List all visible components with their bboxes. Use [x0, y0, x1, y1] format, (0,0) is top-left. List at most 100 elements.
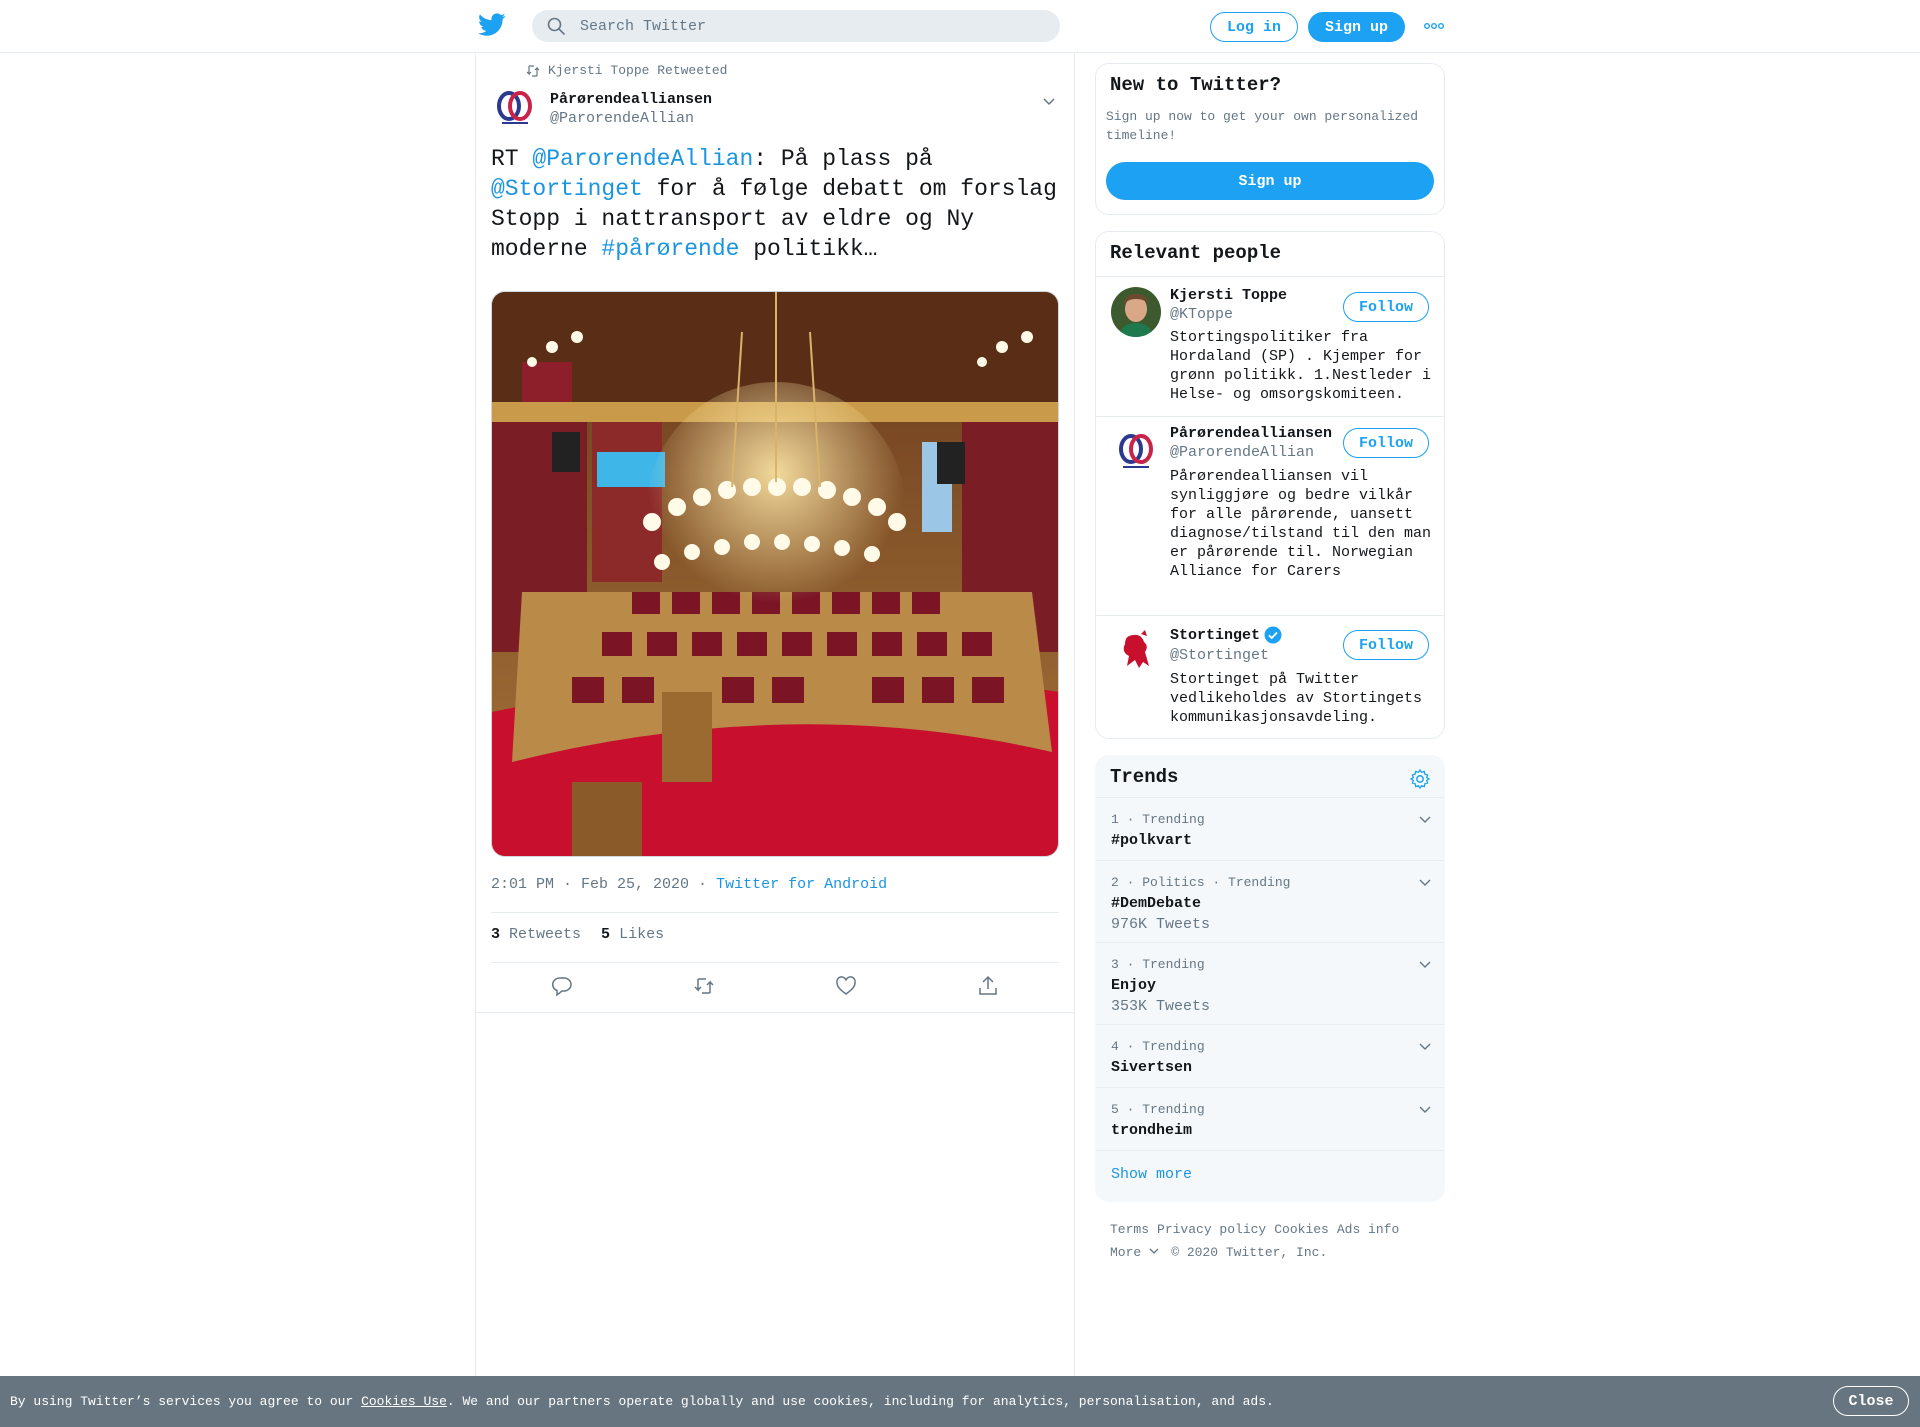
trend-meta: 5 · Trending — [1111, 1102, 1205, 1117]
trend-name: trondheim — [1111, 1122, 1193, 1139]
avatar[interactable] — [1111, 626, 1161, 676]
footer-more-label: More — [1110, 1245, 1142, 1260]
cookie-text-after: . We and our partners operate globally a… — [446, 1394, 1274, 1409]
hashtag-link[interactable]: #pårørende — [601, 236, 739, 262]
trend-item[interactable]: 1 · Trending #polkvart — [1096, 797, 1444, 860]
trend-meta: 2 · Politics · Trending — [1111, 875, 1291, 890]
follow-button[interactable]: Follow — [1343, 630, 1429, 660]
person-handle[interactable]: @KToppe — [1170, 306, 1233, 323]
new-to-twitter-subtitle: Sign up now to get your own personalized… — [1106, 109, 1419, 143]
retweet-icon[interactable] — [693, 975, 715, 997]
top-header: Log in Sign up — [0, 0, 1920, 53]
separator-dot: · — [689, 876, 717, 893]
author-avatar[interactable] — [492, 86, 538, 132]
follow-button[interactable]: Follow — [1343, 292, 1429, 322]
chevron-down-icon[interactable] — [1418, 957, 1432, 971]
trend-meta: 4 · Trending — [1111, 1039, 1205, 1054]
relevant-people-title: Relevant people — [1110, 242, 1282, 264]
person-name-text: Pårørendealliansen — [1170, 425, 1333, 442]
trends-card: Trends 1 · Trending #polkvart 2 · Politi… — [1095, 755, 1445, 1202]
tweet-column: Kjersti Toppe Retweeted Pårørendeallians… — [475, 53, 1075, 1427]
signup-header-button[interactable]: Sign up — [1308, 12, 1405, 42]
author-handle[interactable]: @ParorendeAllian — [550, 110, 694, 127]
person-bio: Stortingspolitiker fra Hordaland (SP) . … — [1170, 329, 1432, 403]
footer-link-cookies[interactable]: Cookies — [1274, 1222, 1329, 1237]
trends-title: Trends — [1110, 766, 1179, 788]
likes-count: 5 — [601, 926, 611, 943]
trend-meta: 3 · Trending — [1111, 957, 1205, 972]
follow-button[interactable]: Follow — [1343, 428, 1429, 458]
chevron-down-icon[interactable] — [1418, 1102, 1432, 1116]
tweet-text: RT @ParorendeAllian: På plass på @Storti… — [491, 144, 1061, 264]
share-icon[interactable] — [977, 975, 999, 997]
trend-name: #polkvart — [1111, 832, 1193, 849]
more-dots-icon[interactable] — [1424, 20, 1444, 32]
person-bio: Stortinget på Twitter vedlikeholdes av S… — [1170, 671, 1423, 726]
tweet-timestamp: 2:01 PM · Feb 25, 2020 · Twitter for And… — [491, 876, 887, 893]
person-name[interactable]: Kjersti Toppe — [1170, 287, 1287, 304]
avatar[interactable] — [1111, 287, 1161, 337]
divider — [491, 912, 1059, 913]
trend-item[interactable]: 4 · Trending Sivertsen — [1096, 1024, 1444, 1087]
footer-more[interactable]: More — [1110, 1245, 1159, 1260]
footer-link-ads[interactable]: Ads info — [1337, 1222, 1399, 1237]
person-name[interactable]: Stortinget — [1170, 626, 1282, 644]
chevron-down-icon[interactable] — [1418, 875, 1432, 889]
retweet-context-text[interactable]: Kjersti Toppe Retweeted — [548, 63, 727, 78]
person-name-text: Stortinget — [1170, 626, 1261, 644]
mention-link[interactable]: @ParorendeAllian — [532, 146, 753, 172]
tweet-stats: 3 Retweets 5 Likes — [491, 926, 664, 943]
gear-icon[interactable] — [1409, 768, 1431, 790]
trend-meta: 1 · Trending — [1111, 812, 1205, 827]
cookies-use-link[interactable]: Cookies Use — [361, 1394, 447, 1409]
copyright: © 2020 Twitter, Inc. — [1171, 1245, 1328, 1260]
trend-count: 353K Tweets — [1111, 998, 1211, 1015]
verified-badge-icon — [1264, 626, 1282, 644]
retweets-stat[interactable]: 3 Retweets — [491, 926, 581, 943]
person-bio: Pårørendealliansen vil synliggjøre og be… — [1170, 468, 1432, 580]
reply-icon[interactable] — [551, 975, 573, 997]
cookie-banner: By using Twitter’s services you agree to… — [0, 1376, 1920, 1427]
chevron-down-icon — [1149, 1248, 1159, 1254]
like-icon[interactable] — [835, 975, 857, 997]
footer-links: Terms Privacy policy Cookies Ads info More ©… — [1110, 1218, 1440, 1264]
show-more-link[interactable]: Show more — [1111, 1166, 1192, 1183]
retweets-count: 3 — [491, 926, 501, 943]
trend-item[interactable]: 5 · Trending trondheim — [1096, 1087, 1444, 1150]
signup-button[interactable]: Sign up — [1106, 162, 1434, 200]
chevron-down-icon[interactable] — [1418, 812, 1432, 826]
login-button[interactable]: Log in — [1210, 12, 1298, 42]
tweet-actions — [491, 975, 1059, 1015]
avatar[interactable] — [1111, 427, 1161, 477]
person-handle[interactable]: @Stortinget — [1170, 647, 1269, 664]
new-to-twitter-title: New to Twitter? — [1110, 74, 1282, 96]
mention-link[interactable]: @Stortinget — [491, 176, 643, 202]
trend-item[interactable]: 2 · Politics · Trending #DemDebate 976K … — [1096, 860, 1444, 942]
likes-stat[interactable]: 5 Likes — [601, 926, 664, 943]
tweet-text-part: politikk… — [739, 236, 878, 262]
relevant-people-card: Relevant people Kjersti Toppe @KToppe Fo… — [1095, 231, 1445, 739]
chevron-down-icon[interactable] — [1418, 1039, 1432, 1053]
tweet-source[interactable]: Twitter for Android — [716, 876, 887, 893]
person-item[interactable]: Kjersti Toppe @KToppe Follow Stortingspo… — [1096, 276, 1444, 416]
person-item[interactable]: Pårørendealliansen @ParorendeAllian Foll… — [1096, 416, 1444, 615]
trend-item[interactable]: 3 · Trending Enjoy 353K Tweets — [1096, 942, 1444, 1024]
show-more-row: Show more — [1096, 1150, 1444, 1201]
person-handle[interactable]: @ParorendeAllian — [1170, 444, 1314, 461]
footer-link-terms[interactable]: Terms — [1110, 1222, 1149, 1237]
person-name[interactable]: Pårørendealliansen — [1170, 425, 1332, 442]
tweet-photo[interactable] — [491, 291, 1059, 857]
timestamp-text[interactable]: 2:01 PM · Feb 25, 2020 — [491, 876, 689, 893]
author-name[interactable]: Pårørendealliansen — [550, 91, 712, 108]
cookie-text-before: By using Twitter’s services you agree to… — [10, 1394, 362, 1409]
twitter-bird-icon[interactable] — [478, 13, 506, 37]
chevron-down-icon[interactable] — [1041, 93, 1057, 109]
footer-link-privacy[interactable]: Privacy policy — [1157, 1222, 1266, 1237]
search-input[interactable] — [580, 17, 1040, 35]
search-box[interactable] — [532, 10, 1060, 42]
trend-name: Enjoy — [1111, 977, 1157, 994]
trend-name: Sivertsen — [1111, 1059, 1193, 1076]
close-cookie-button[interactable]: Close — [1833, 1386, 1909, 1416]
person-item[interactable]: Stortinget @Stortinget Follow Stortinget… — [1096, 615, 1444, 738]
retweet-small-icon — [526, 64, 540, 77]
